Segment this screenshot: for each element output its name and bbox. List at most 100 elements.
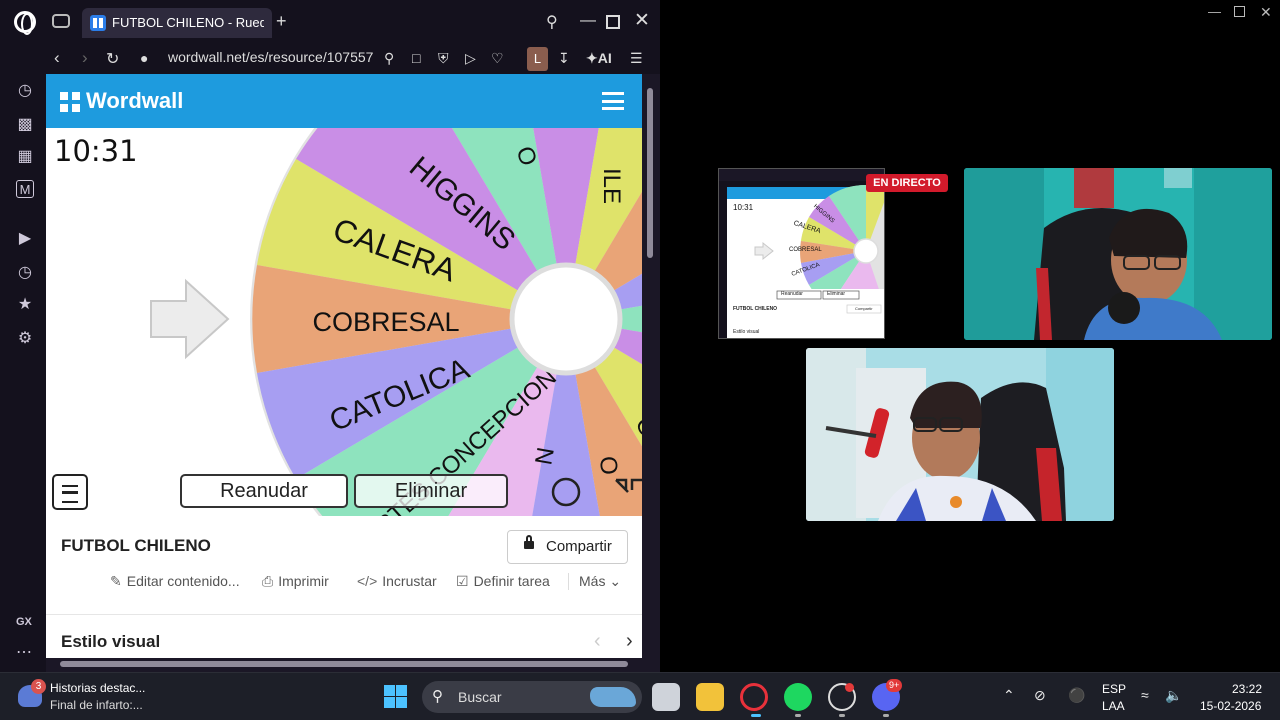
preview-label-cobresal: COBRESAL [789,247,822,253]
player-icon[interactable]: ▶ [16,230,34,248]
send-icon[interactable]: ▷ [465,50,476,67]
workspace-icon[interactable] [52,14,70,28]
more-label: Más [579,573,606,589]
speed-dial-icon[interactable]: ◷ [16,82,34,100]
game-menu-button[interactable] [52,474,88,510]
embed-label: Incrustar [382,573,437,589]
wordwall-logo[interactable]: Wordwall [86,88,183,114]
obs-indicator [839,714,845,717]
chevron-left-icon[interactable]: ‹ [594,630,601,653]
new-tab-icon[interactable]: + [276,11,287,32]
more-icon[interactable]: ⋯ [16,642,32,662]
volume-icon[interactable]: 🔈 [1165,687,1182,704]
clock-time[interactable]: 23:22 [1232,682,1262,696]
spotify-icon[interactable] [784,683,812,711]
resume-button[interactable]: Reanudar [180,474,348,508]
opera-active-indicator [751,714,761,717]
wordwall-header: Wordwall [46,74,642,128]
activity-info: FUTBOL CHILENO Compartir ✎ Editar conteni… [46,516,642,658]
history-icon[interactable]: ◷ [16,264,34,282]
settings-icon[interactable]: ⚙ [16,330,34,348]
aria-ai-button[interactable]: ✦AI [586,50,612,67]
gx-label[interactable]: GX [16,616,32,628]
edit-content-link[interactable]: ✎ Editar contenido... [110,573,240,590]
more-dropdown[interactable]: Más ⌄ [568,573,621,590]
forward-icon[interactable]: › [82,48,88,68]
obs-close-icon[interactable]: ✕ [1260,4,1272,21]
gx-corner-icon[interactable]: ▦ [16,148,34,166]
microphone-icon[interactable]: ⚫ [1068,687,1085,704]
wheel-game: HIGGINS CALERA COBRESAL CATOLICA DEPORTE… [46,128,642,516]
ai-spark-icon: ✦ [586,50,598,66]
wordwall-logo-icon[interactable] [60,92,80,112]
divider [46,614,642,615]
spin-wheel[interactable]: HIGGINS CALERA COBRESAL CATOLICA DEPORTE… [46,128,642,516]
desktop: FUTBOL CHILENO - Rueda + ⚲ — ✕ ‹ › ↻ ● w… [0,0,1280,720]
mic-muted-icon[interactable]: ⊘ [1034,687,1046,704]
stream-preview: 10:31 FUTBOL CHILENO Estilo visual Reanu… [718,168,885,339]
back-icon[interactable]: ‹ [54,48,60,68]
profile-avatar[interactable]: L [527,47,548,71]
discord-badge: 9+ [886,679,903,692]
maximize-icon[interactable] [606,15,620,29]
chevron-down-icon: ⌄ [609,573,622,589]
obs-minimize-icon[interactable]: — [1208,4,1221,19]
spotify-indicator [795,714,801,717]
hamburger-menu-icon[interactable] [602,92,624,110]
language-indicator[interactable]: ESP [1102,682,1126,696]
visual-style-heading: Estilo visual [61,632,161,651]
tab-wordwall[interactable]: FUTBOL CHILENO - Rueda [82,8,272,38]
address-bar: ‹ › ↻ ● wordwall.net/es/resource/107557 … [0,44,660,74]
tab-title: FUTBOL CHILENO - Rueda [112,15,264,30]
wifi-icon[interactable]: ≈ [1141,687,1149,703]
checkbox-icon: ☑ [456,573,469,589]
search-tabs-icon[interactable]: ⚲ [546,12,558,32]
embed-link[interactable]: </> Incrustar [357,573,437,589]
news-headline: Historias destac... [50,681,146,695]
heart-icon[interactable]: ♡ [491,50,504,67]
search-placeholder: Buscar [458,689,502,705]
obs-maximize-icon[interactable] [1234,6,1245,17]
eliminate-button[interactable]: Eliminar [354,474,508,508]
opera-logo-icon[interactable] [14,11,36,35]
windows-start-icon[interactable] [384,685,407,708]
chevron-right-icon[interactable]: › [626,630,633,653]
vertical-scroll-thumb[interactable] [647,88,653,258]
gx-control-icon[interactable]: ▩ [16,116,34,134]
assign-link[interactable]: ☑ Definir tarea [456,573,550,590]
file-explorer-icon[interactable] [696,683,724,711]
task-view-icon[interactable] [652,683,680,711]
shield-icon[interactable]: ⛨ [438,50,449,67]
messenger-icon[interactable]: M [16,180,34,198]
tray-chevron-up-icon[interactable]: ⌃ [1003,687,1015,704]
search-icon: ⚲ [432,688,443,705]
easy-setup-icon[interactable]: ☰ [630,50,643,67]
print-link[interactable]: ⎙ Imprimir [262,573,329,590]
vertical-scrollbar[interactable] [642,74,658,658]
reload-icon[interactable]: ↻ [106,49,119,69]
minimize-icon[interactable]: — [580,12,596,30]
horizontal-scroll-thumb[interactable] [60,661,628,667]
wheel-label-cobresal: COBRESAL [312,307,459,337]
snapshot-icon[interactable]: □ [412,50,420,66]
download-icon[interactable]: ↧ [558,50,570,67]
pin-icon[interactable]: ⚲ [384,50,394,67]
taskbar-search[interactable]: ⚲ Buscar [422,681,642,713]
search-highlight-icon [590,687,636,707]
url-field[interactable]: wordwall.net/es/resource/107557 [168,49,373,65]
wheel-pointer-arrow-icon [150,278,230,360]
ai-label: AI [597,50,612,66]
pencil-icon: ✎ [110,573,122,589]
close-icon[interactable]: ✕ [634,9,650,32]
clock-date[interactable]: 15-02-2026 [1200,699,1261,713]
keyboard-layout-indicator[interactable]: LAA [1102,699,1125,713]
extensions-icon[interactable]: ★ [16,296,34,314]
share-button[interactable]: Compartir [507,530,628,564]
browser-sidebar: ◷ ▩ ▦ M ▶ ◷ ★ ⚙ GX ⋯ [0,74,46,672]
discord-indicator [883,714,889,717]
opera-gx-taskbar-icon[interactable] [740,683,768,711]
lock-icon[interactable]: ● [140,50,148,66]
horizontal-scrollbar[interactable] [46,658,642,670]
browser-window: FUTBOL CHILENO - Rueda + ⚲ — ✕ ‹ › ↻ ● w… [0,0,660,672]
share-label: Compartir [546,538,612,555]
